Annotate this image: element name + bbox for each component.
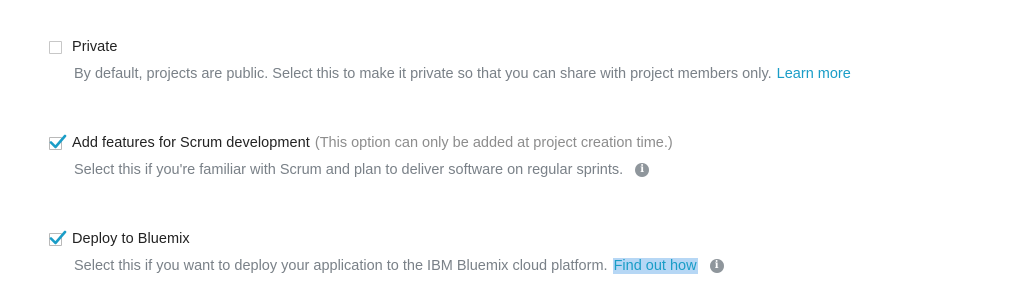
private-checkbox[interactable] [49,40,62,54]
checkmark-icon [49,134,67,148]
find-out-how-link[interactable]: Find out how [612,258,698,274]
private-option-row: Private [49,38,851,56]
learn-more-link[interactable]: Learn more [777,66,851,82]
bluemix-option-row: Deploy to Bluemix [49,230,724,248]
info-icon[interactable]: i [709,259,724,273]
private-description-row: By default, projects are public. Select … [74,65,851,83]
bluemix-description: Select this if you want to deploy your a… [74,258,608,274]
scrum-description-row: Select this if you're familiar with Scru… [74,161,673,179]
private-option: Private By default, projects are public.… [49,38,851,83]
scrum-checkbox[interactable] [49,134,67,150]
info-icon[interactable]: i [635,163,650,177]
scrum-label[interactable]: Add features for Scrum development [72,135,310,151]
private-label[interactable]: Private [72,39,117,55]
scrum-option-row: Add features for Scrum development (This… [49,134,673,152]
bluemix-label[interactable]: Deploy to Bluemix [72,231,190,247]
checkmark-icon [49,230,67,244]
bluemix-checkbox[interactable] [49,230,67,246]
bluemix-option: Deploy to Bluemix Select this if you wan… [49,230,724,275]
scrum-option: Add features for Scrum development (This… [49,134,673,179]
bluemix-description-row: Select this if you want to deploy your a… [74,257,724,275]
scrum-note: (This option can only be added at projec… [314,135,673,151]
scrum-description: Select this if you're familiar with Scru… [74,162,624,178]
private-description: By default, projects are public. Select … [74,66,772,82]
